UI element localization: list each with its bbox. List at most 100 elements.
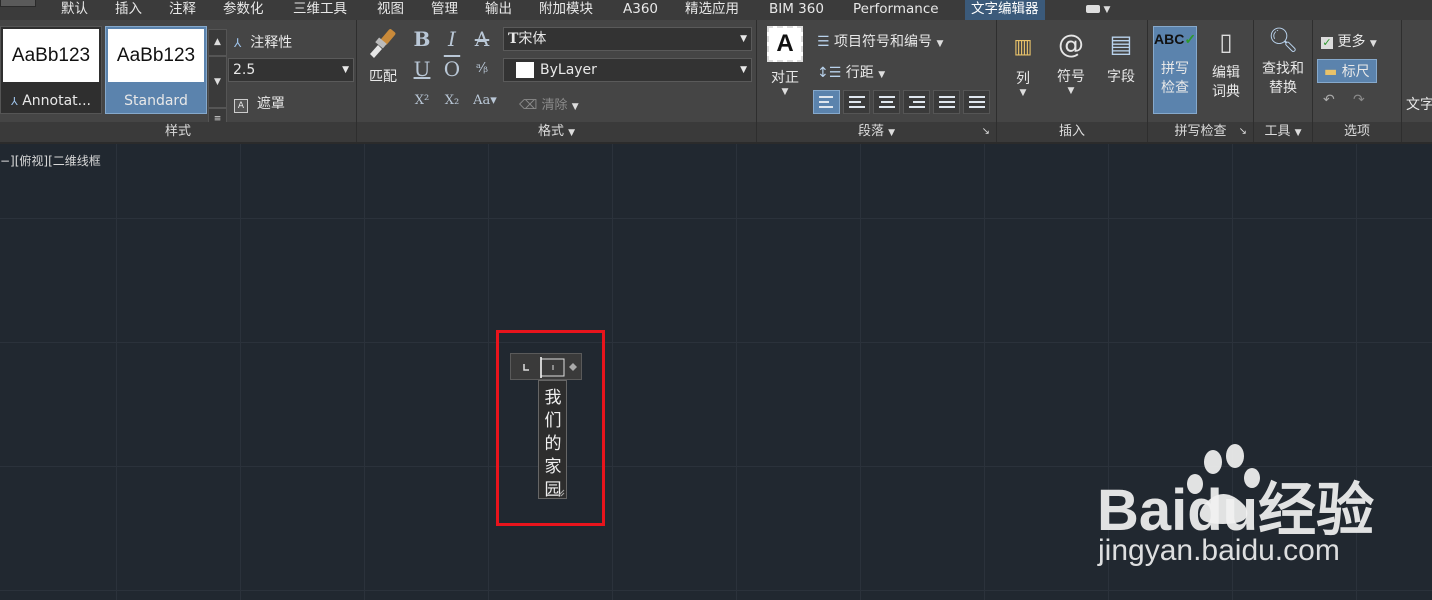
truetype-font-icon: T xyxy=(508,31,519,47)
default-align-button[interactable] xyxy=(813,90,840,114)
tab-view[interactable]: 视图 xyxy=(377,0,404,20)
style-preview: AaBb123 xyxy=(108,29,204,82)
bullets-numbering-button[interactable]: ☰ 项目符号和编号 ▼ xyxy=(817,31,943,51)
distribute-button[interactable] xyxy=(963,90,990,114)
tab-bim360[interactable]: BIM 360 xyxy=(769,0,824,20)
format-panel: 匹配 B I A U O ᵃ⁄ᵦ X² X₂ Aa▾ T宋体 ▼ ByLayer… xyxy=(357,20,757,142)
clear-formatting-button[interactable]: ⌫ 清除 ▼ xyxy=(519,94,579,113)
viewport-controls[interactable]: −][俯视][二维线框 xyxy=(0,152,101,169)
italic-button[interactable]: I xyxy=(441,28,463,50)
paragraph-panel-title[interactable]: 段落 ▼ ↘ xyxy=(757,122,996,142)
spell-check-panel-title[interactable]: 拼写检查 ↘ xyxy=(1148,122,1253,142)
align-center-button[interactable] xyxy=(873,90,900,114)
tab-default[interactable]: 默认 xyxy=(61,0,88,20)
chevron-down-icon: ▼ xyxy=(342,65,349,75)
ruler-icon: ▬ xyxy=(1324,64,1338,80)
ribbon-minimize-toggle[interactable]: ▼ xyxy=(1086,0,1110,18)
underline-button[interactable]: U xyxy=(411,58,433,80)
abc-check-icon: ABC✓ xyxy=(1154,31,1197,47)
justify-button[interactable] xyxy=(933,90,960,114)
text-char: 的 xyxy=(544,434,562,454)
tab-manage[interactable]: 管理 xyxy=(431,0,458,20)
checkbox-icon: ✓ xyxy=(1321,36,1333,49)
close-panel-title xyxy=(1402,122,1432,142)
edit-dictionary-button[interactable]: ▯ 编辑 词典 xyxy=(1204,26,1248,102)
justify-icon: A xyxy=(767,26,803,62)
find-replace-button[interactable]: 🔍︎ 查找和 替换 xyxy=(1256,26,1310,98)
tab-parametric[interactable]: 参数化 xyxy=(223,0,264,20)
dialog-launcher-icon[interactable]: ↘ xyxy=(1239,122,1247,142)
text-height-combo[interactable]: 2.5 ▼ xyxy=(228,58,354,82)
annotative-icon: ⅄ xyxy=(234,36,242,50)
tab-a360[interactable]: A360 xyxy=(623,0,658,20)
mask-icon: A xyxy=(234,99,248,113)
dialog-launcher-icon[interactable]: ↘ xyxy=(982,122,990,142)
text-char: 家 xyxy=(544,457,562,477)
undo-button[interactable]: ↶ xyxy=(1323,92,1335,108)
insert-panel: ▥ 列 ▼ @ 符号 ▼ ▤ 字段 插入 xyxy=(997,20,1148,142)
dictionary-icon: ▯ xyxy=(1219,28,1233,56)
at-symbol-icon: @ xyxy=(1058,30,1084,60)
color-swatch xyxy=(516,62,534,78)
ribbon-tab-bar: 默认 插入 注释 参数化 三维工具 视图 管理 输出 附加模块 A360 精选应… xyxy=(0,0,1432,20)
overline-button[interactable]: O xyxy=(441,58,463,80)
stack-button[interactable]: ᵃ⁄ᵦ xyxy=(471,58,493,80)
watermark-url: jingyan.baidu.com xyxy=(1098,534,1340,567)
align-left-button[interactable] xyxy=(843,90,870,114)
style-name: ⅄ Annotat... xyxy=(11,93,91,109)
subscript-button[interactable]: X₂ xyxy=(441,90,463,112)
ruler-toggle[interactable]: ▬ 标尺 xyxy=(1317,59,1377,83)
drawing-canvas[interactable]: −][俯视][二维线框 我 们 的 家 园 Baidu经验 jingyan.ba… xyxy=(0,144,1432,600)
change-case-button[interactable]: Aa▾ xyxy=(471,90,499,112)
resize-grip-icon[interactable] xyxy=(557,489,565,497)
spell-check-panel: ABC✓ 拼写 检查 ▯ 编辑 词典 拼写检查 ↘ xyxy=(1148,20,1254,142)
more-options-button[interactable]: ✓ 更多 ▼ xyxy=(1321,31,1377,51)
tab-insert[interactable]: 插入 xyxy=(115,0,142,20)
annotative-toggle[interactable]: ⅄ 注释性 xyxy=(234,32,292,52)
annotative-icon: ⅄ xyxy=(11,95,18,108)
style-swatch-standard[interactable]: AaBb123 Standard xyxy=(105,26,207,114)
field-icon: ▤ xyxy=(1109,30,1133,58)
bold-button[interactable]: B xyxy=(411,28,433,50)
mtext-editor[interactable]: 我 们 的 家 园 xyxy=(538,380,567,500)
style-name: Standard xyxy=(124,93,188,109)
font-combo[interactable]: T宋体 ▼ xyxy=(503,27,752,51)
close-panel: 文字 xyxy=(1402,20,1432,142)
tab-featured-apps[interactable]: 精选应用 xyxy=(685,0,739,20)
color-combo[interactable]: ByLayer ▼ xyxy=(503,58,752,82)
tab-performance[interactable]: Performance xyxy=(853,0,939,20)
strikethrough-button[interactable]: A xyxy=(471,28,493,50)
eraser-icon: ⌫ xyxy=(519,98,538,113)
line-spacing-icon: ↕☰ xyxy=(817,65,842,81)
columns-button[interactable]: ▥ 列 ▼ xyxy=(1003,34,1043,98)
tab-text-editor[interactable]: 文字编辑器 xyxy=(965,0,1045,20)
options-panel: ✓ 更多 ▼ ▬ 标尺 ↶ ↷ 选项 xyxy=(1313,20,1402,142)
redo-button[interactable]: ↷ xyxy=(1353,92,1365,108)
list-icon: ☰ xyxy=(817,34,830,50)
tools-panel: 🔍︎ 查找和 替换 工具 ▼ xyxy=(1254,20,1313,142)
match-properties-button[interactable]: 匹配 xyxy=(363,26,403,92)
tools-panel-title[interactable]: 工具 ▼ xyxy=(1254,122,1312,142)
style-swatch-annotative[interactable]: AaBb123 ⅄ Annotat... xyxy=(0,26,102,114)
close-text-editor-button[interactable]: 文字 xyxy=(1406,94,1432,114)
symbol-button[interactable]: @ 符号 ▼ xyxy=(1051,30,1091,96)
ribbon: AaBb123 ⅄ Annotat... AaBb123 Standard ▲ … xyxy=(0,20,1432,144)
mtext-ruler[interactable] xyxy=(510,353,582,380)
mask-button[interactable]: A 遮罩 xyxy=(234,93,285,113)
style-scroll-down-button[interactable]: ▼ xyxy=(208,56,227,108)
tab-3d-tools[interactable]: 三维工具 xyxy=(293,0,347,20)
field-button[interactable]: ▤ 字段 xyxy=(1101,30,1141,86)
application-menu-button[interactable] xyxy=(0,0,36,7)
tab-addins[interactable]: 附加模块 xyxy=(539,0,593,20)
line-spacing-button[interactable]: ↕☰ 行距 ▼ xyxy=(817,62,885,82)
chevron-down-icon: ▼ xyxy=(740,34,747,44)
superscript-button[interactable]: X² xyxy=(411,90,433,112)
options-panel-title: 选项 xyxy=(1313,122,1401,142)
tab-output[interactable]: 输出 xyxy=(485,0,512,20)
spell-check-button[interactable]: ABC✓ 拼写 检查 xyxy=(1153,26,1197,114)
justification-button[interactable]: A 对正 ▼ xyxy=(765,26,805,97)
tab-annotate[interactable]: 注释 xyxy=(169,0,196,20)
style-scroll-up-button[interactable]: ▲ xyxy=(208,29,227,56)
align-right-button[interactable] xyxy=(903,90,930,114)
format-panel-title[interactable]: 格式 ▼ xyxy=(357,122,756,142)
